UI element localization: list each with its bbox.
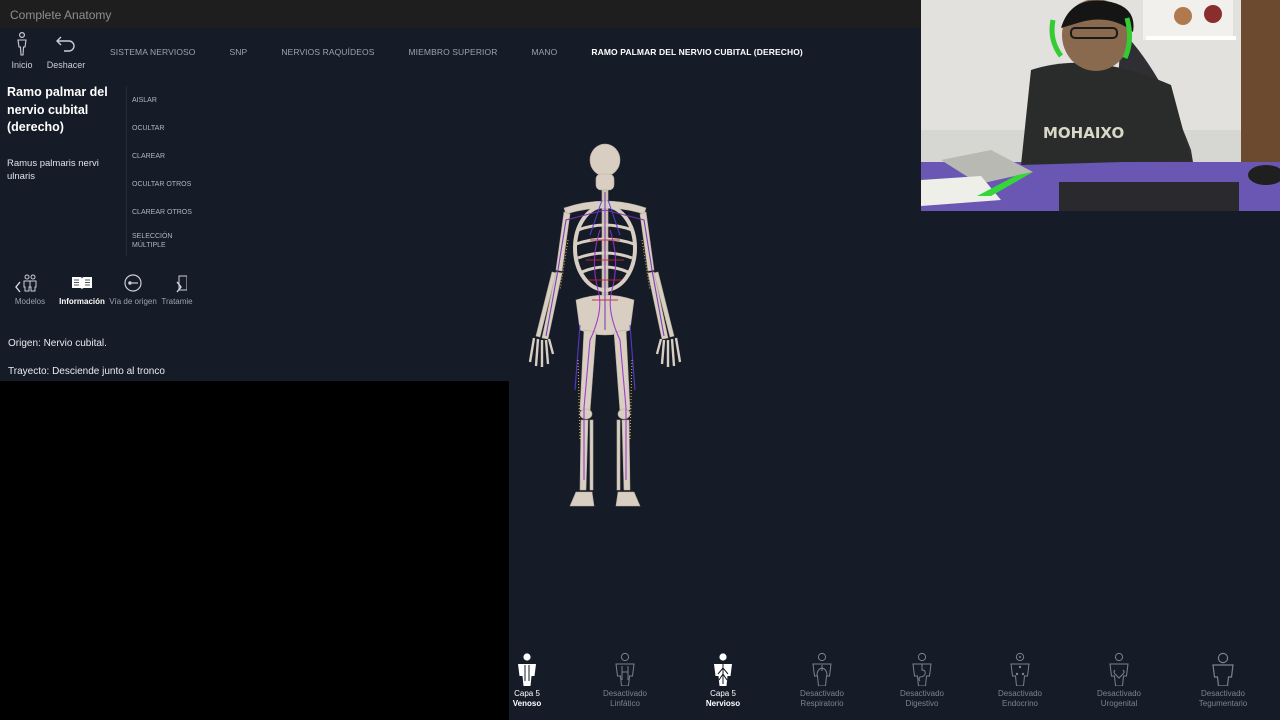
structure-latin-name: Ramus palmaris nervi ulnaris <box>7 158 99 182</box>
layer-tegumentario-state: Desactivado <box>1200 689 1246 698</box>
layer-urogenital-state: Desactivado <box>1096 689 1142 698</box>
hide-others-button[interactable]: OCULTAR OTROS <box>127 170 196 198</box>
layer-nervioso-name: Nervioso <box>705 698 741 708</box>
layer-respiratorio[interactable]: Desactivado Respiratorio <box>782 652 862 708</box>
tab-models-label: Modelos <box>14 297 46 306</box>
breadcrumb-snp[interactable]: SNP <box>230 47 248 59</box>
urogenital-system-icon <box>1109 652 1129 686</box>
layer-linfatico-name: Linfático <box>610 698 640 708</box>
layer-endocrino-state: Desactivado <box>997 689 1043 698</box>
skeleton-model <box>528 143 682 507</box>
integumentary-system-icon <box>1212 652 1234 686</box>
breadcrumb-nervios-raquideos[interactable]: NERVIOS RAQUÍDEOS <box>281 47 374 59</box>
breadcrumb-miembro-superior[interactable]: MIEMBRO SUPERIOR <box>409 47 498 59</box>
home-label: Inicio <box>11 60 33 70</box>
webcam-overlay: MOHAIXO <box>921 0 1280 211</box>
origin-text: Origen: Nervio cubital. <box>8 338 107 349</box>
layer-venoso-state: Capa 5 <box>514 689 540 698</box>
multi-select-button[interactable]: SELECCIÓN MÚLTIPLE <box>127 226 172 256</box>
models-icon <box>23 274 37 292</box>
layer-urogenital-name: Urogenital <box>1100 698 1138 708</box>
respiratory-system-icon <box>812 652 832 686</box>
breadcrumb-sistema-nervioso[interactable]: SISTEMA NERVIOSO <box>110 47 196 59</box>
app-title: Complete Anatomy <box>10 8 112 22</box>
breadcrumb: SISTEMA NERVIOSO SNP NERVIOS RAQUÍDEOS M… <box>110 47 837 59</box>
layer-respiratorio-name: Respiratorio <box>800 698 844 708</box>
person-icon <box>17 32 27 56</box>
layer-tegumentario[interactable]: Desactivado Tegumentario <box>1183 652 1263 708</box>
layer-digestivo-state: Desactivado <box>899 689 945 698</box>
digestive-system-icon <box>912 652 932 686</box>
layer-linfatico-state: Desactivado <box>602 689 648 698</box>
chevron-right-icon <box>176 281 182 293</box>
layer-endocrino-name: Endocrino <box>1001 698 1039 708</box>
hide-button[interactable]: OCULTAR <box>127 114 196 142</box>
endocrine-system-icon <box>1010 652 1030 686</box>
layer-tegumentario-name: Tegumentario <box>1198 698 1248 708</box>
undo-label: Deshacer <box>46 60 86 70</box>
breadcrumb-mano[interactable]: MANO <box>531 47 557 59</box>
layer-nervioso[interactable]: Capa 5 Nervioso <box>683 652 763 708</box>
fade-button[interactable]: CLAREAR <box>127 142 196 170</box>
overlay-black-panel <box>0 381 509 720</box>
breadcrumb-current: RAMO PALMAR DEL NERVIO CUBITAL (DERECHO) <box>591 47 803 57</box>
undo-icon <box>56 36 75 52</box>
layer-digestivo-name: Digestivo <box>905 698 939 708</box>
course-text: Trayecto: Desciende junto al tronco <box>8 366 165 377</box>
layer-endocrino[interactable]: Desactivado Endocrino <box>980 652 1060 708</box>
isolate-button[interactable]: AISLAR <box>127 86 196 114</box>
svg-text:MOHAIXO: MOHAIXO <box>1043 124 1124 142</box>
layer-venoso[interactable]: Capa 5 Venoso <box>487 652 567 708</box>
tab-pathway[interactable]: Vía de origen <box>108 274 158 306</box>
anatomy-viewport-figure[interactable] <box>520 140 700 512</box>
venous-system-icon <box>518 653 536 686</box>
tab-information-label: Información <box>59 297 105 306</box>
webcam-video: MOHAIXO <box>921 0 1280 211</box>
action-list: AISLAR OCULTAR CLAREAR OCULTAR OTROS CLA… <box>126 86 196 256</box>
home-button[interactable]: Inicio <box>6 32 38 70</box>
layer-nervioso-state: Capa 5 <box>710 689 736 698</box>
structure-title: Ramo palmar del nervio cubital (derecho) <box>7 85 108 134</box>
info-tab-strip: Modelos Información Vía de origen Tratam… <box>0 268 196 314</box>
layer-urogenital[interactable]: Desactivado Urogenital <box>1079 652 1159 708</box>
layer-digestivo[interactable]: Desactivado Digestivo <box>882 652 962 708</box>
tab-treatment-label: Tratamie <box>161 297 193 306</box>
layer-venoso-name: Venoso <box>512 698 542 708</box>
nervous-system-icon <box>714 653 732 686</box>
tab-models[interactable]: Modelos <box>12 274 48 306</box>
layer-linfatico[interactable]: Desactivado Linfático <box>585 652 665 708</box>
layer-respiratorio-state: Desactivado <box>799 689 845 698</box>
tabs-next-button[interactable] <box>171 278 187 296</box>
book-icon <box>72 277 92 290</box>
fade-others-button[interactable]: CLAREAR OTROS <box>127 198 196 226</box>
lymphatic-system-icon <box>615 652 635 686</box>
tab-pathway-label: Vía de origen <box>109 297 157 306</box>
pathway-icon <box>124 274 142 292</box>
tab-information[interactable]: Información <box>57 274 107 306</box>
undo-button[interactable]: Deshacer <box>44 32 88 70</box>
